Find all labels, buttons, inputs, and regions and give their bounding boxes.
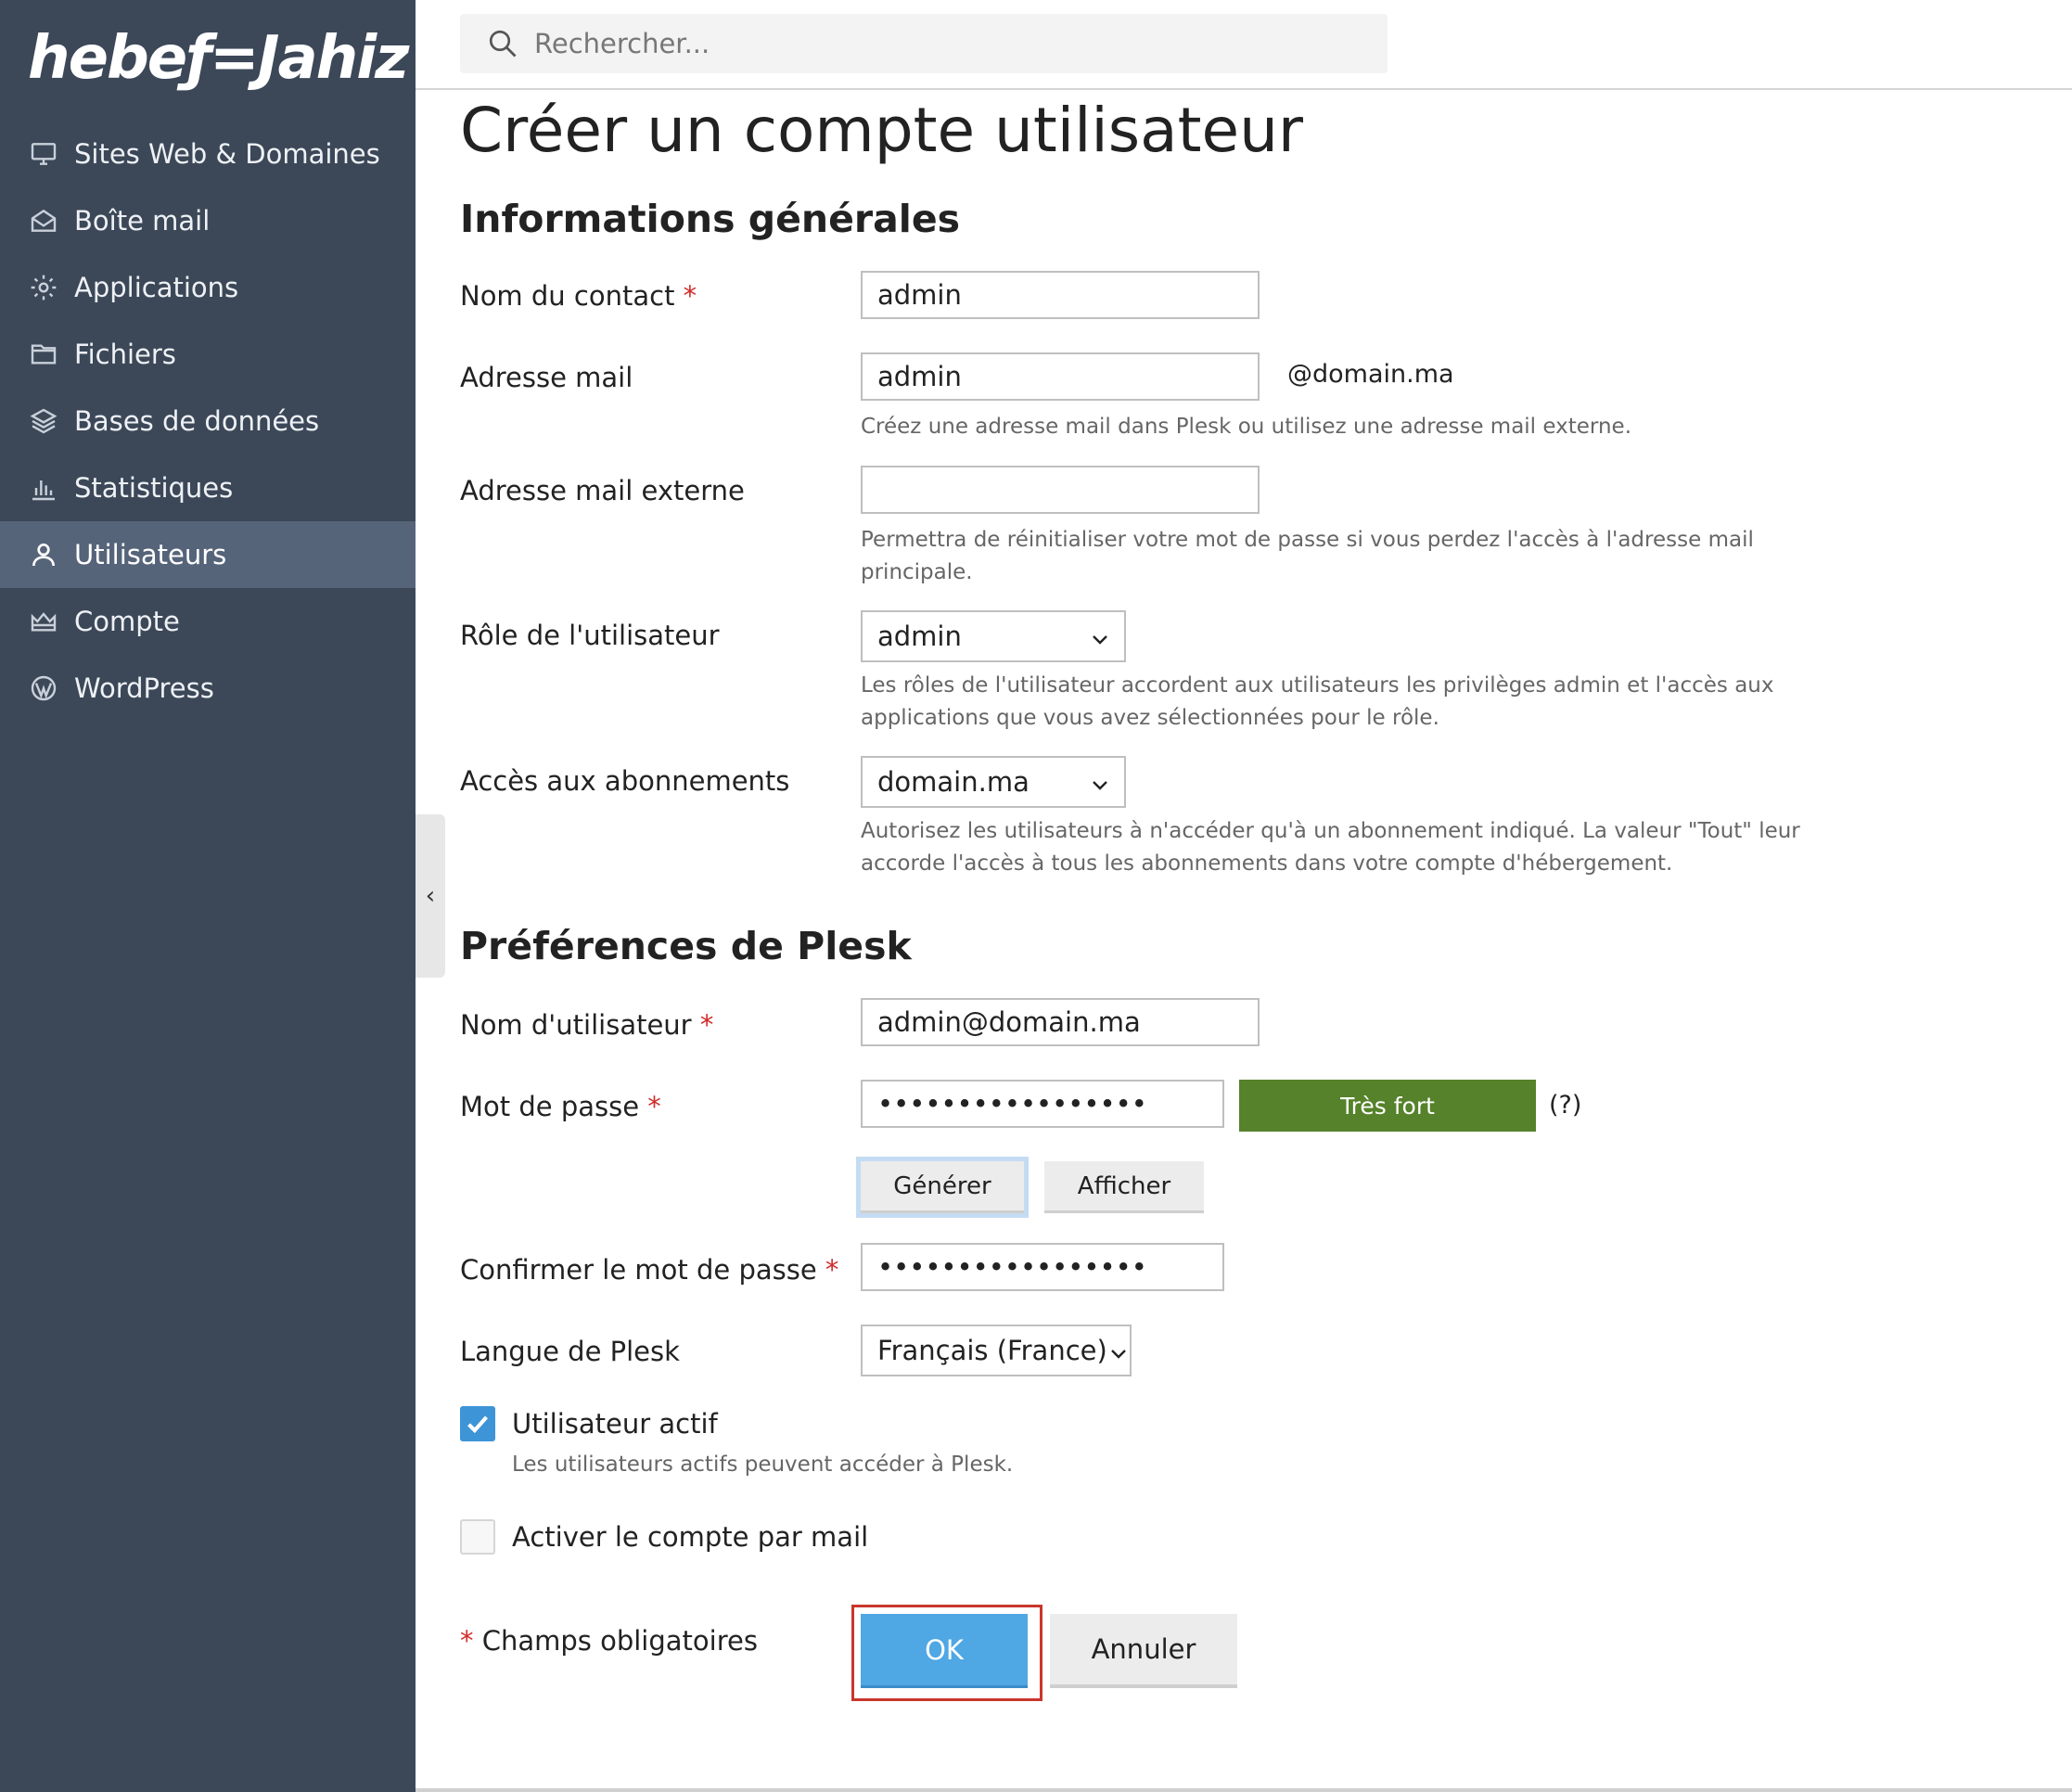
sidebar-item-label: Sites Web & Domaines: [74, 138, 380, 170]
hint-line: Les rôles de l'utilisateur accordent aux…: [861, 673, 1774, 698]
contact-name-field[interactable]: [861, 271, 1260, 319]
external-email-hint: Permettra de réinitialiser votre mot de …: [861, 524, 1754, 589]
layers-icon: [28, 405, 59, 437]
confirm-password-label: Confirmer le mot de passe *: [460, 1254, 838, 1286]
password-field[interactable]: [861, 1080, 1224, 1128]
subscriptions-select-value: domain.ma: [877, 766, 1030, 798]
sidebar-item-label: Bases de données: [74, 405, 320, 437]
bottom-divider: [416, 1788, 2072, 1792]
role-select[interactable]: admin: [861, 610, 1126, 662]
section-title-general: Informations générales: [460, 197, 961, 241]
brand-logo[interactable]: hebeƒ=Jahiz: [28, 17, 409, 109]
active-user-hint: Les utilisateurs actifs peuvent accéder …: [512, 1453, 1014, 1477]
hint-line: Permettra de réinitialiser votre mot de …: [861, 528, 1754, 552]
hint-line: Autorisez les utilisateurs à n'accéder q…: [861, 819, 1800, 843]
generate-password-button[interactable]: Générer: [861, 1161, 1024, 1213]
language-label: Langue de Plesk: [460, 1336, 680, 1367]
email-field[interactable]: [861, 352, 1260, 401]
monitor-icon: [28, 138, 59, 170]
activate-by-mail-checkbox[interactable]: [460, 1519, 495, 1555]
password-strength-indicator: Très fort: [1239, 1080, 1536, 1132]
sidebar-item-label: Boîte mail: [74, 205, 211, 237]
sidebar-item-utilisateurs[interactable]: Utilisateurs: [0, 521, 416, 588]
search-input[interactable]: [532, 27, 1371, 60]
sidebar-item-label: Fichiers: [74, 339, 176, 370]
required-mark: *: [699, 1009, 714, 1041]
required-mark: *: [683, 280, 697, 312]
sidebar-item-boite-mail[interactable]: Boîte mail: [0, 187, 416, 254]
role-select-value: admin: [877, 621, 962, 652]
required-mark: *: [647, 1091, 661, 1122]
search-icon: [486, 27, 519, 60]
sidebar-item-label: WordPress: [74, 672, 214, 704]
ok-button[interactable]: OK: [861, 1614, 1028, 1688]
chevron-left-icon: ‹: [425, 882, 436, 910]
sidebar-item-fichiers[interactable]: Fichiers: [0, 321, 416, 388]
email-domain-suffix: @domain.ma: [1287, 360, 1454, 389]
hint-line: applications que vous avez sélectionnées…: [861, 706, 1439, 730]
email-hint: Créez une adresse mail dans Plesk ou uti…: [861, 415, 1631, 439]
show-password-button[interactable]: Afficher: [1044, 1161, 1204, 1213]
chevron-down-icon: [1089, 625, 1111, 647]
password-label-text: Mot de passe: [460, 1091, 640, 1122]
sidebar-nav: Sites Web & Domaines Boîte mail Applicat…: [0, 121, 416, 722]
subscriptions-select[interactable]: domain.ma: [861, 756, 1126, 808]
sidebar: hebeƒ=Jahiz Sites Web & Domaines Boîte m…: [0, 0, 416, 1792]
crown-icon: [28, 606, 59, 637]
sidebar-item-applications[interactable]: Applications: [0, 254, 416, 321]
chevron-down-icon: [1107, 1339, 1130, 1362]
required-mark: *: [825, 1254, 839, 1286]
sidebar-item-sites-web-domaines[interactable]: Sites Web & Domaines: [0, 121, 416, 187]
external-email-label: Adresse mail externe: [460, 475, 745, 506]
hint-line: accorde l'accès à tous les abonnements d…: [861, 851, 1673, 876]
required-mark: *: [460, 1625, 474, 1657]
section-title-plesk: Préférences de Plesk: [460, 924, 912, 968]
required-fields-note: * Champs obligatoires: [460, 1625, 758, 1657]
role-label: Rôle de l'utilisateur: [460, 620, 720, 651]
username-field[interactable]: [861, 998, 1260, 1046]
page-title: Créer un compte utilisateur: [460, 95, 1304, 166]
required-note-text: Champs obligatoires: [473, 1625, 758, 1657]
confirm-password-field[interactable]: [861, 1243, 1224, 1291]
sidebar-item-bases-de-donnees[interactable]: Bases de données: [0, 388, 416, 454]
chevron-down-icon: [1089, 771, 1111, 793]
role-hint: Les rôles de l'utilisateur accordent aux…: [861, 670, 1774, 735]
active-user-checkbox[interactable]: [460, 1406, 495, 1441]
hint-line: principale.: [861, 560, 973, 584]
logo-text: hebeƒ=Jahiz: [28, 24, 409, 93]
sidebar-item-label: Utilisateurs: [74, 539, 227, 570]
folder-icon: [28, 339, 59, 370]
language-select-value: Français (France): [877, 1335, 1107, 1366]
confirm-password-label-text: Confirmer le mot de passe: [460, 1254, 817, 1286]
gear-icon: [28, 272, 59, 303]
language-select[interactable]: Français (France): [861, 1325, 1132, 1376]
username-label-text: Nom d'utilisateur: [460, 1009, 692, 1041]
wordpress-icon: [28, 672, 59, 704]
checkmark-icon: [467, 1415, 489, 1434]
mailbox-icon: [28, 205, 59, 237]
sidebar-item-compte[interactable]: Compte: [0, 588, 416, 655]
external-email-field[interactable]: [861, 466, 1260, 514]
subscriptions-hint: Autorisez les utilisateurs à n'accéder q…: [861, 815, 1800, 880]
email-label: Adresse mail: [460, 362, 633, 393]
username-label: Nom d'utilisateur *: [460, 1009, 713, 1041]
activate-by-mail-label[interactable]: Activer le compte par mail: [512, 1521, 868, 1553]
sidebar-item-wordpress[interactable]: WordPress: [0, 655, 416, 722]
sidebar-item-label: Applications: [74, 272, 239, 303]
sidebar-item-statistiques[interactable]: Statistiques: [0, 454, 416, 521]
header-divider: [416, 88, 2072, 90]
cancel-button[interactable]: Annuler: [1050, 1614, 1237, 1688]
password-help-link[interactable]: (?): [1549, 1091, 1581, 1120]
sidebar-collapse-handle[interactable]: ‹: [416, 814, 445, 978]
subscriptions-label: Accès aux abonnements: [460, 765, 790, 797]
contact-name-label: Nom du contact *: [460, 280, 697, 312]
sidebar-item-label: Statistiques: [74, 472, 234, 504]
password-label: Mot de passe *: [460, 1091, 661, 1122]
active-user-label[interactable]: Utilisateur actif: [512, 1408, 718, 1440]
bar-chart-icon: [28, 472, 59, 504]
user-icon: [28, 539, 59, 570]
contact-name-label-text: Nom du contact: [460, 280, 675, 312]
sidebar-item-label: Compte: [74, 606, 180, 637]
search-bar[interactable]: [460, 14, 1388, 73]
